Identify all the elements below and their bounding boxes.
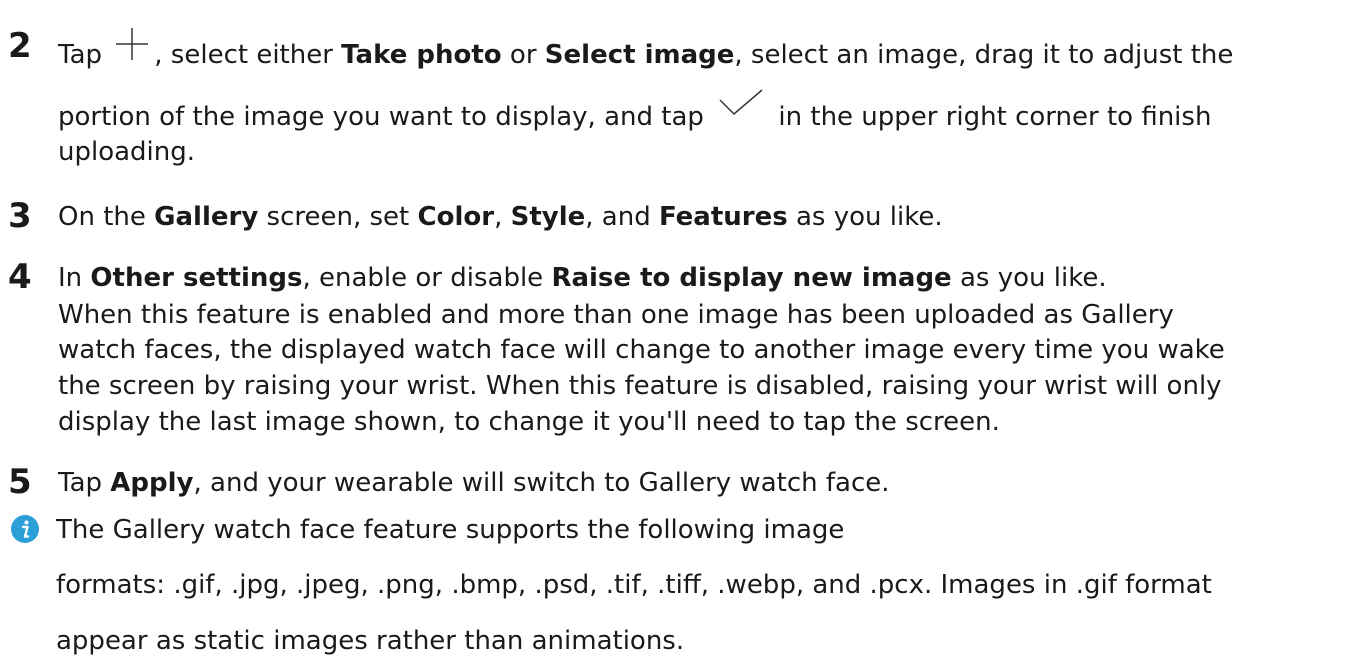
text: in the upper right corner to finish bbox=[778, 102, 1212, 132]
step-3-line-1: On the Gallery screen, set Color, Style,… bbox=[58, 204, 943, 230]
text: as you like. bbox=[796, 202, 943, 232]
text: , and your wearable will switch to Galle… bbox=[193, 468, 890, 498]
text: or bbox=[509, 40, 537, 70]
raise-to-display-term: Raise to display new image bbox=[551, 263, 952, 293]
gallery-term: Gallery bbox=[154, 202, 259, 232]
step-4-para-line-3: the screen by raising your wrist. When t… bbox=[58, 371, 1222, 401]
step-number: 2 bbox=[8, 26, 32, 66]
text: , bbox=[494, 202, 503, 232]
step-2-line-3: uploading. bbox=[58, 137, 196, 167]
step-number: 5 bbox=[8, 462, 32, 502]
text: , select an image, drag it to adjust the bbox=[734, 40, 1234, 70]
text: In bbox=[58, 263, 83, 293]
plus-icon bbox=[114, 26, 150, 67]
checkmark-icon bbox=[718, 88, 764, 123]
info-icon bbox=[10, 514, 40, 544]
step-4-para-line-2: watch faces, the displayed watch face wi… bbox=[58, 335, 1225, 365]
option-take-photo: Take photo bbox=[341, 40, 502, 70]
text: On the bbox=[58, 202, 146, 232]
step-4-para-line-4: display the last image shown, to change … bbox=[58, 407, 1000, 437]
text: , and bbox=[585, 202, 651, 232]
text: Tap bbox=[58, 40, 103, 70]
text: screen, set bbox=[266, 202, 410, 232]
step-4-para-line-1: When this feature is enabled and more th… bbox=[58, 300, 1174, 330]
note-line-1: The Gallery watch face feature supports … bbox=[56, 515, 845, 545]
step-2-line-2: portion of the image you want to display… bbox=[58, 89, 1212, 135]
step-number: 3 bbox=[8, 196, 32, 236]
style-term: Style bbox=[510, 202, 586, 232]
other-settings-term: Other settings bbox=[90, 263, 303, 293]
step-number: 4 bbox=[8, 257, 32, 297]
note-line-2: formats: .gif, .jpg, .jpeg, .png, .bmp, … bbox=[56, 570, 1212, 600]
note-line-3: appear as static images rather than anim… bbox=[56, 626, 685, 656]
step-5-line-1: Tap Apply, and your wearable will switch… bbox=[58, 470, 890, 496]
apply-term: Apply bbox=[110, 468, 194, 498]
text: as you like. bbox=[959, 263, 1107, 293]
features-term: Features bbox=[658, 202, 788, 232]
text: , select either bbox=[154, 40, 333, 70]
text: Tap bbox=[58, 468, 103, 498]
option-select-image: Select image bbox=[544, 40, 735, 70]
step-4-line-1: In Other settings, enable or disable Rai… bbox=[58, 265, 1107, 291]
step-2-line-1: Tap , select either Take photo or Select… bbox=[58, 28, 1234, 76]
text: , enable or disable bbox=[302, 263, 544, 293]
text: portion of the image you want to display… bbox=[58, 102, 704, 132]
color-term: Color bbox=[417, 202, 495, 232]
